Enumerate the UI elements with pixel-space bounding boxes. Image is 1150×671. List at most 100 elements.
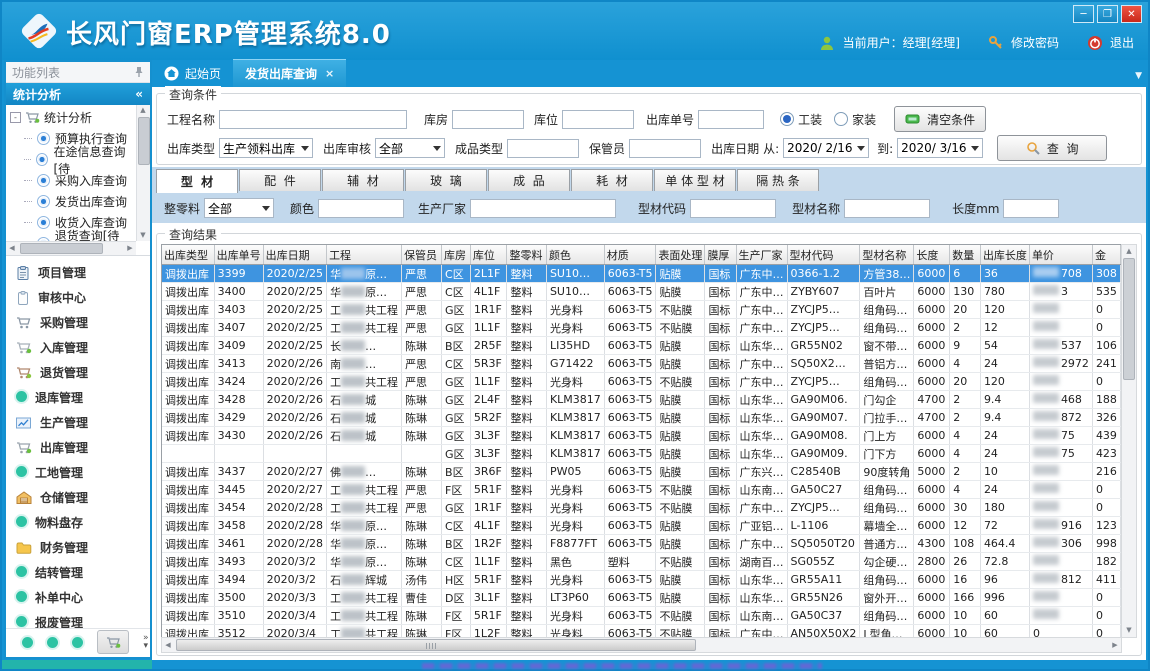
table-row[interactable]: 调拨出库34452020/2/27工共工程严思F区5R1F整料光身料6063-T… xyxy=(162,481,1121,499)
sidebar-module-item[interactable]: 物料盘存 xyxy=(6,510,150,535)
project-name-input[interactable] xyxy=(219,110,407,129)
table-row[interactable]: 调拨出库34282020/2/26石城陈琳G区2L4F整料KLM38176063… xyxy=(162,391,1121,409)
table-row[interactable]: 调拨出库34542020/2/28工共工程严思G区1R1F整料光身料6063-T… xyxy=(162,499,1121,517)
location-input[interactable] xyxy=(562,110,634,129)
tab-home[interactable]: 起始页 xyxy=(152,60,233,87)
material-tab[interactable]: 成 品 xyxy=(488,169,570,191)
minimize-button[interactable]: ─ xyxy=(1073,5,1094,23)
material-tab[interactable]: 隔 热 条 xyxy=(737,169,819,191)
date-from-picker[interactable]: 2020/ 2/16 xyxy=(783,138,869,158)
table-row[interactable]: 调拨出库35122020/3/4工共工程陈琳F区1L2F整料光身料6063-T5… xyxy=(162,625,1121,639)
table-row[interactable]: 调拨出库35102020/3/4工共工程陈琳F区5R1F整料光身料6063-T5… xyxy=(162,607,1121,625)
scroll-down-icon[interactable]: ▼ xyxy=(1123,625,1135,636)
sidebar-module-item[interactable]: 出库管理 xyxy=(6,435,150,460)
material-tab[interactable]: 辅 材 xyxy=(322,169,404,191)
table-row[interactable]: 调拨出库34132020/2/26南…严思C区5R3F整料G714226063-… xyxy=(162,355,1121,373)
out-audit-select[interactable]: 全部 xyxy=(375,138,445,158)
material-tab[interactable]: 耗 材 xyxy=(571,169,653,191)
logout-link[interactable]: 退出 xyxy=(1110,34,1134,51)
table-row[interactable]: 调拨出库35002020/3/3工共工程曹佳D区3L1F整料LT3P606063… xyxy=(162,589,1121,607)
manufacturer-input[interactable] xyxy=(470,199,616,218)
column-header[interactable]: 出库长度 xyxy=(980,245,1029,265)
material-tab[interactable]: 配 件 xyxy=(239,169,321,191)
tree-item[interactable]: 采购入库查询 xyxy=(10,170,135,191)
tab-overflow-icon[interactable]: ▼ xyxy=(1135,71,1142,81)
scroll-right-icon[interactable]: ▶ xyxy=(1109,639,1121,651)
column-header[interactable]: 库位 xyxy=(470,245,507,265)
gongzhuang-radio[interactable] xyxy=(780,112,794,126)
scroll-up-icon[interactable]: ▲ xyxy=(137,105,149,116)
sidebar-module-item[interactable]: 仓储管理 xyxy=(6,485,150,510)
tab-shipment-query[interactable]: 发货出库查询 × xyxy=(233,59,346,87)
table-row[interactable]: 调拨出库34302020/2/26石城陈琳G区3L3F整料KLM38176063… xyxy=(162,427,1121,445)
material-tab[interactable]: 单 体 型 材 xyxy=(654,169,736,191)
column-header[interactable]: 长度 xyxy=(914,245,950,265)
column-header[interactable]: 整零料 xyxy=(507,245,546,265)
warehouse-input[interactable] xyxy=(452,110,524,129)
color-input[interactable] xyxy=(318,199,404,218)
column-header[interactable]: 生产厂家 xyxy=(736,245,787,265)
out-type-select[interactable]: 生产领料出库 xyxy=(219,138,313,158)
table-row[interactable]: 调拨出库34582020/2/28华原…陈琳C区4L1F整料光身料6063-T5… xyxy=(162,517,1121,535)
pin-icon[interactable] xyxy=(134,66,144,78)
table-row[interactable]: 调拨出库34932020/3/2华原…陈琳C区1L1F整料黑色塑料不贴膜国标湖南… xyxy=(162,553,1121,571)
table-row[interactable]: 调拨出库34002020/2/25华原…严思C区4L1F整料SU10…6063-… xyxy=(162,283,1121,301)
profile-name-input[interactable] xyxy=(844,199,930,218)
date-to-picker[interactable]: 2020/ 3/16 xyxy=(897,138,983,158)
close-button[interactable]: ✕ xyxy=(1121,5,1142,23)
change-password-link[interactable]: 修改密码 xyxy=(1011,34,1059,51)
scroll-left-icon[interactable]: ◀ xyxy=(6,242,18,254)
column-header[interactable]: 出库日期 xyxy=(263,245,326,265)
sidebar-module-item[interactable]: 结转管理 xyxy=(6,560,150,585)
clear-conditions-button[interactable]: 清空条件 xyxy=(894,106,986,132)
table-row[interactable]: 调拨出库34292020/2/26石城陈琳G区5R2F整料KLM38176063… xyxy=(162,409,1121,427)
product-type-input[interactable] xyxy=(507,139,579,158)
table-row[interactable]: 调拨出库34372020/2/27佛…陈琳B区3R6F整料PW056063-T5… xyxy=(162,463,1121,481)
quick-cart-button[interactable] xyxy=(97,630,129,654)
keeper-input[interactable] xyxy=(629,139,701,158)
jiazhuang-radio[interactable] xyxy=(834,112,848,126)
sidebar-module-item[interactable]: 财务管理 xyxy=(6,535,150,560)
table-row[interactable]: 调拨出库34072020/2/25工共工程严思G区1L1F整料光身料6063-T… xyxy=(162,319,1121,337)
sidebar-module-item[interactable]: 生产管理 xyxy=(6,410,150,435)
column-header[interactable]: 保管员 xyxy=(402,245,442,265)
tab-close-icon[interactable]: × xyxy=(325,67,334,80)
tree-item[interactable]: 在途信息查询[待 xyxy=(10,149,135,170)
column-header[interactable]: 数量 xyxy=(950,245,981,265)
length-input[interactable] xyxy=(1003,199,1059,218)
sidebar-module-item[interactable]: 审核中心 xyxy=(6,285,150,310)
column-header[interactable]: 颜色 xyxy=(546,245,604,265)
scroll-down-icon[interactable]: ▼ xyxy=(137,230,149,241)
sidebar-module-item[interactable]: 项目管理 xyxy=(6,260,150,285)
whole-part-select[interactable]: 全部 xyxy=(204,198,274,218)
column-header[interactable]: 库房 xyxy=(442,245,471,265)
material-tab[interactable]: 型 材 xyxy=(156,169,238,193)
table-row[interactable]: 调拨出库34612020/2/28华原…陈琳B区1R2F整料F8877FT606… xyxy=(162,535,1121,553)
column-header[interactable]: 出库类型 xyxy=(162,245,214,265)
scroll-right-icon[interactable]: ▶ xyxy=(124,242,136,254)
column-header[interactable]: 型材代码 xyxy=(787,245,860,265)
column-header[interactable]: 表面处理 xyxy=(656,245,705,265)
tree-item[interactable]: 发货出库查询 xyxy=(10,191,135,212)
order-no-input[interactable] xyxy=(698,110,764,129)
table-row[interactable]: 调拨出库34032020/2/25工共工程严思G区1R1F整料光身料6063-T… xyxy=(162,301,1121,319)
scroll-up-icon[interactable]: ▲ xyxy=(1123,246,1135,257)
table-row[interactable]: 调拨出库34242020/2/26工共工程严思G区1L1F整料光身料6063-T… xyxy=(162,373,1121,391)
tree-vertical-scrollbar[interactable]: ▲ ▼ xyxy=(136,105,150,241)
sidebar-module-item[interactable]: 补单中心 xyxy=(6,585,150,610)
column-header[interactable]: 单价 xyxy=(1029,245,1092,265)
quick-dot-icon[interactable] xyxy=(72,637,83,648)
table-row[interactable]: 调拨出库33992020/2/25华原…严思C区2L1F整料SU10…6063-… xyxy=(162,265,1121,283)
tree-horizontal-scrollbar[interactable]: ◀ ▶ xyxy=(6,241,136,255)
sidebar-module-item[interactable]: 工地管理 xyxy=(6,460,150,485)
table-row[interactable]: 调拨出库34942020/3/2石辉城汤伟H区5R1F整料光身料6063-T5贴… xyxy=(162,571,1121,589)
quick-dot-icon[interactable] xyxy=(22,637,33,648)
search-button[interactable]: 查 询 xyxy=(997,135,1107,161)
maximize-button[interactable]: ❐ xyxy=(1097,5,1118,23)
sidebar-module-item[interactable]: 采购管理 xyxy=(6,310,150,335)
table-row[interactable]: 调拨出库34092020/2/25长…陈琳B区2R5F整料LI35HD6063-… xyxy=(162,337,1121,355)
column-header[interactable]: 膜厚 xyxy=(705,245,736,265)
table-horizontal-scrollbar[interactable]: ◀ ▶ xyxy=(161,637,1122,653)
tree-item[interactable]: 退货查询[待定] xyxy=(10,233,135,241)
material-tab[interactable]: 玻 璃 xyxy=(405,169,487,191)
